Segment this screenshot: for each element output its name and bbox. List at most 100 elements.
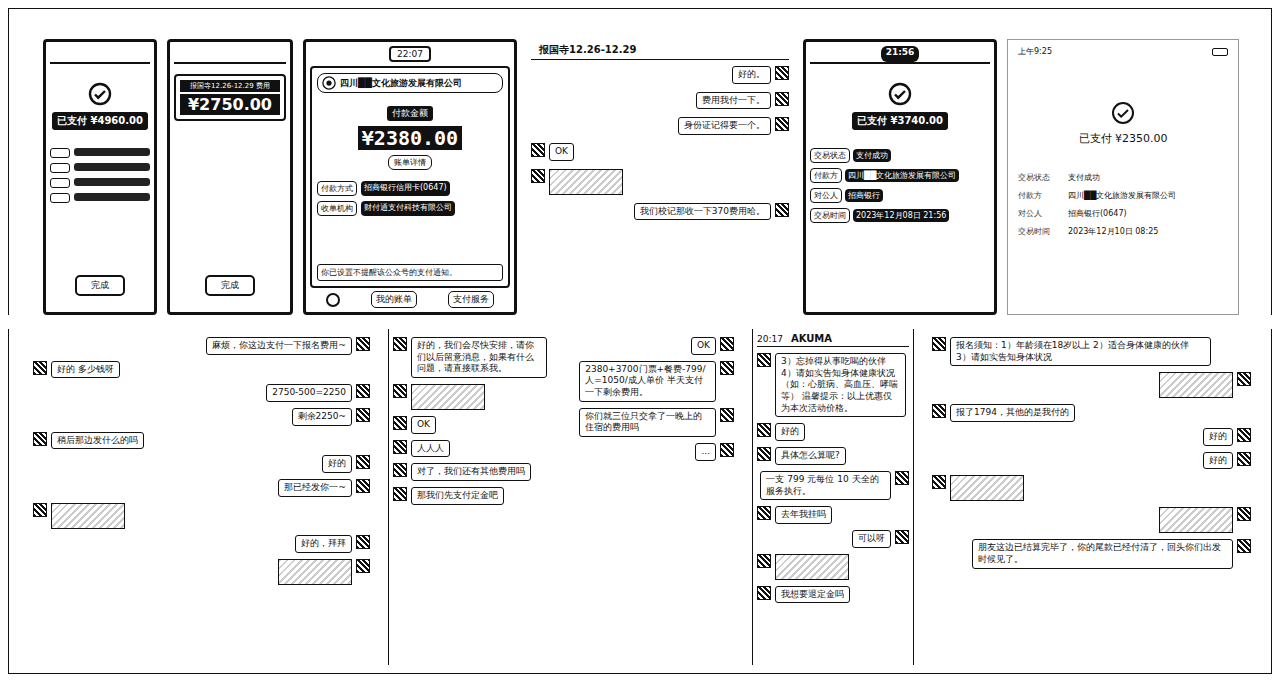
message: ...: [574, 443, 734, 461]
avatar-icon: [531, 169, 545, 183]
image-message[interactable]: [278, 559, 352, 585]
message-list: 麻烦，你这边支付一下报名费用~ 好的 多少钱呀 2750-500=2250 剩余225…: [33, 331, 370, 585]
image-message[interactable]: [950, 475, 1024, 501]
detail-row: 对公人招商银行: [810, 188, 990, 203]
status-bar: 上午9:25: [1018, 46, 1228, 57]
message: 3）忘掉得从事吃喝的伙伴 4）请如实告知身体健康状况（如：心脏病、高血压、哮喘等…: [757, 353, 909, 417]
chat-title: AKUMA: [791, 333, 832, 344]
message-list: OK2380+3700门票+餐费-799/人=1050/成人单价 半天支付一下剩…: [574, 331, 734, 461]
image-message[interactable]: [1159, 372, 1233, 398]
avatar-icon: [33, 503, 47, 517]
detail-rows: [50, 148, 150, 203]
image-message[interactable]: [775, 554, 849, 580]
chat-panel: 报名须知：1）年龄须在18岁以上 2）适合身体健康的伙伴 3）请如实告知身体状况…: [928, 329, 1255, 665]
detail-row: 交易状态支付成功: [1018, 172, 1228, 183]
message: [33, 503, 370, 529]
avatar-icon: [720, 361, 734, 375]
avatar-icon: [393, 440, 407, 454]
avatar-icon: [393, 416, 407, 430]
message-bubble: 好的: [322, 455, 352, 473]
chat-panel: 好的，我们会尽快安排，请你们以后留意消息，如果有什么问题，请直接联系我。OK人人…: [388, 329, 556, 665]
image-message[interactable]: [549, 169, 623, 195]
avatar-icon: [775, 66, 789, 80]
message: 剩余2250~: [33, 408, 370, 426]
keyboard-icon[interactable]: [326, 293, 340, 307]
merchant-logo-icon: [322, 76, 336, 90]
avatar-icon: [775, 203, 789, 217]
avatar-icon: [932, 404, 946, 418]
message: 好的: [757, 423, 909, 441]
message: 好的: [932, 428, 1251, 446]
message: 我想要退定金吗: [757, 586, 909, 604]
status-bar: 21:56: [810, 46, 990, 64]
message-bubble: OK: [691, 337, 716, 355]
row-value: 财付通支付科技有限公司: [361, 201, 455, 216]
message: [33, 559, 370, 585]
detail-row: 对公人招商银行(0647): [1018, 208, 1228, 219]
message: 我们校记那收一下370费用哈。: [531, 203, 789, 221]
message-bubble: 朋友这边已结算完毕了，你的尾款已经付清了，回头你们出发时候见了。: [972, 539, 1233, 568]
avatar-icon: [720, 408, 734, 422]
image-message[interactable]: [1159, 507, 1233, 533]
avatar-icon: [356, 479, 370, 493]
row-label: 交易时间: [810, 208, 850, 223]
avatar-icon: [1237, 428, 1251, 442]
menu-item[interactable]: 我的账单: [371, 291, 417, 308]
message-bubble: 3）忘掉得从事吃喝的伙伴 4）请如实告知身体健康状况（如：心脏病、高血压、哮喘等…: [775, 353, 906, 417]
avatar-icon: [33, 432, 47, 446]
message-bubble: OK: [411, 416, 436, 434]
message-bubble: 麻烦，你这边支付一下报名费用~: [206, 337, 352, 355]
row-value: 招商银行信用卡(0647): [361, 181, 450, 196]
message-bubble: 我想要退定金吗: [775, 586, 850, 604]
message: [932, 372, 1251, 398]
message-bubble: 去年我挂吗: [775, 506, 832, 524]
message-bubble: 可以呀: [852, 530, 891, 548]
row-label: 付款方式: [317, 181, 357, 196]
menu-item[interactable]: 支付服务: [448, 291, 494, 308]
message-bubble: 2750-500=2250: [266, 384, 352, 402]
avatar-icon: [932, 337, 946, 351]
blurred-row: [50, 193, 150, 203]
message-bubble: 好的，我们会尽快安排，请你们以后留意消息，如果有什么问题，请直接联系我。: [411, 337, 547, 378]
message: OK: [531, 143, 789, 161]
row-value: 支付成功: [853, 149, 891, 162]
avatar-icon: [895, 530, 909, 544]
row-value: 四川██文化旅游发展有限公司: [845, 169, 959, 182]
done-button[interactable]: 完成: [75, 275, 125, 296]
bill-detail-link[interactable]: 账单详情: [388, 155, 432, 170]
message: 好的 多少钱呀: [33, 361, 370, 379]
message: 报名须知：1）年龄须在18岁以上 2）适合身体健康的伙伴 3）请如实告知身体状况: [932, 337, 1251, 366]
message: 可以呀: [757, 530, 909, 548]
row-label: 付款方: [810, 168, 842, 183]
message-bubble: 剩余2250~: [292, 408, 352, 426]
avatar-icon: [775, 117, 789, 131]
image-message[interactable]: [51, 503, 125, 529]
avatar-icon: [1237, 539, 1251, 553]
status-time: 21:56: [881, 46, 920, 62]
done-button[interactable]: 完成: [205, 275, 255, 296]
message: 费用我付一下。: [531, 92, 789, 110]
message: 麻烦，你这边支付一下报名费用~: [33, 337, 370, 355]
avatar-icon: [393, 384, 407, 398]
screenshot-panel: 报国寺12.26-12.29 费用¥2750.00完成: [167, 39, 293, 315]
chat-panel: OK2380+3700门票+餐费-799/人=1050/成人单价 半天支付一下剩…: [570, 329, 738, 665]
message: 身份证记得要一个。: [531, 117, 789, 135]
detail-row: 交易时间2023年12月10日 08:25: [1018, 226, 1228, 237]
avatar-icon: [1237, 507, 1251, 521]
avatar-icon: [1237, 372, 1251, 386]
top-row: 已支付 ¥4960.00完成报国寺12.26-12.29 费用¥2750.00完…: [8, 8, 1272, 315]
detail-row: 付款方四川██文化旅游发展有限公司: [1018, 190, 1228, 201]
detail-rows: 交易状态支付成功付款方四川██文化旅游发展有限公司对公人招商银行(0647) 交易…: [1018, 172, 1228, 237]
message-bubble: 你们就三位只交拿了一晚上的住宿的费用吗: [579, 408, 716, 437]
avatar-icon: [356, 384, 370, 398]
check-circle-icon: [88, 82, 112, 106]
blurred-row: [50, 163, 150, 173]
image-message[interactable]: [411, 384, 485, 410]
message-bubble: 对了，我们还有其他费用吗: [411, 463, 531, 481]
row-label: 交易状态: [810, 148, 850, 163]
avatar-icon: [757, 423, 771, 437]
check-circle-icon: [888, 82, 912, 106]
message-bubble: 报了1794，其他的是我付的: [950, 404, 1075, 422]
status-bar: [174, 46, 286, 64]
avatar-icon: [33, 361, 47, 375]
